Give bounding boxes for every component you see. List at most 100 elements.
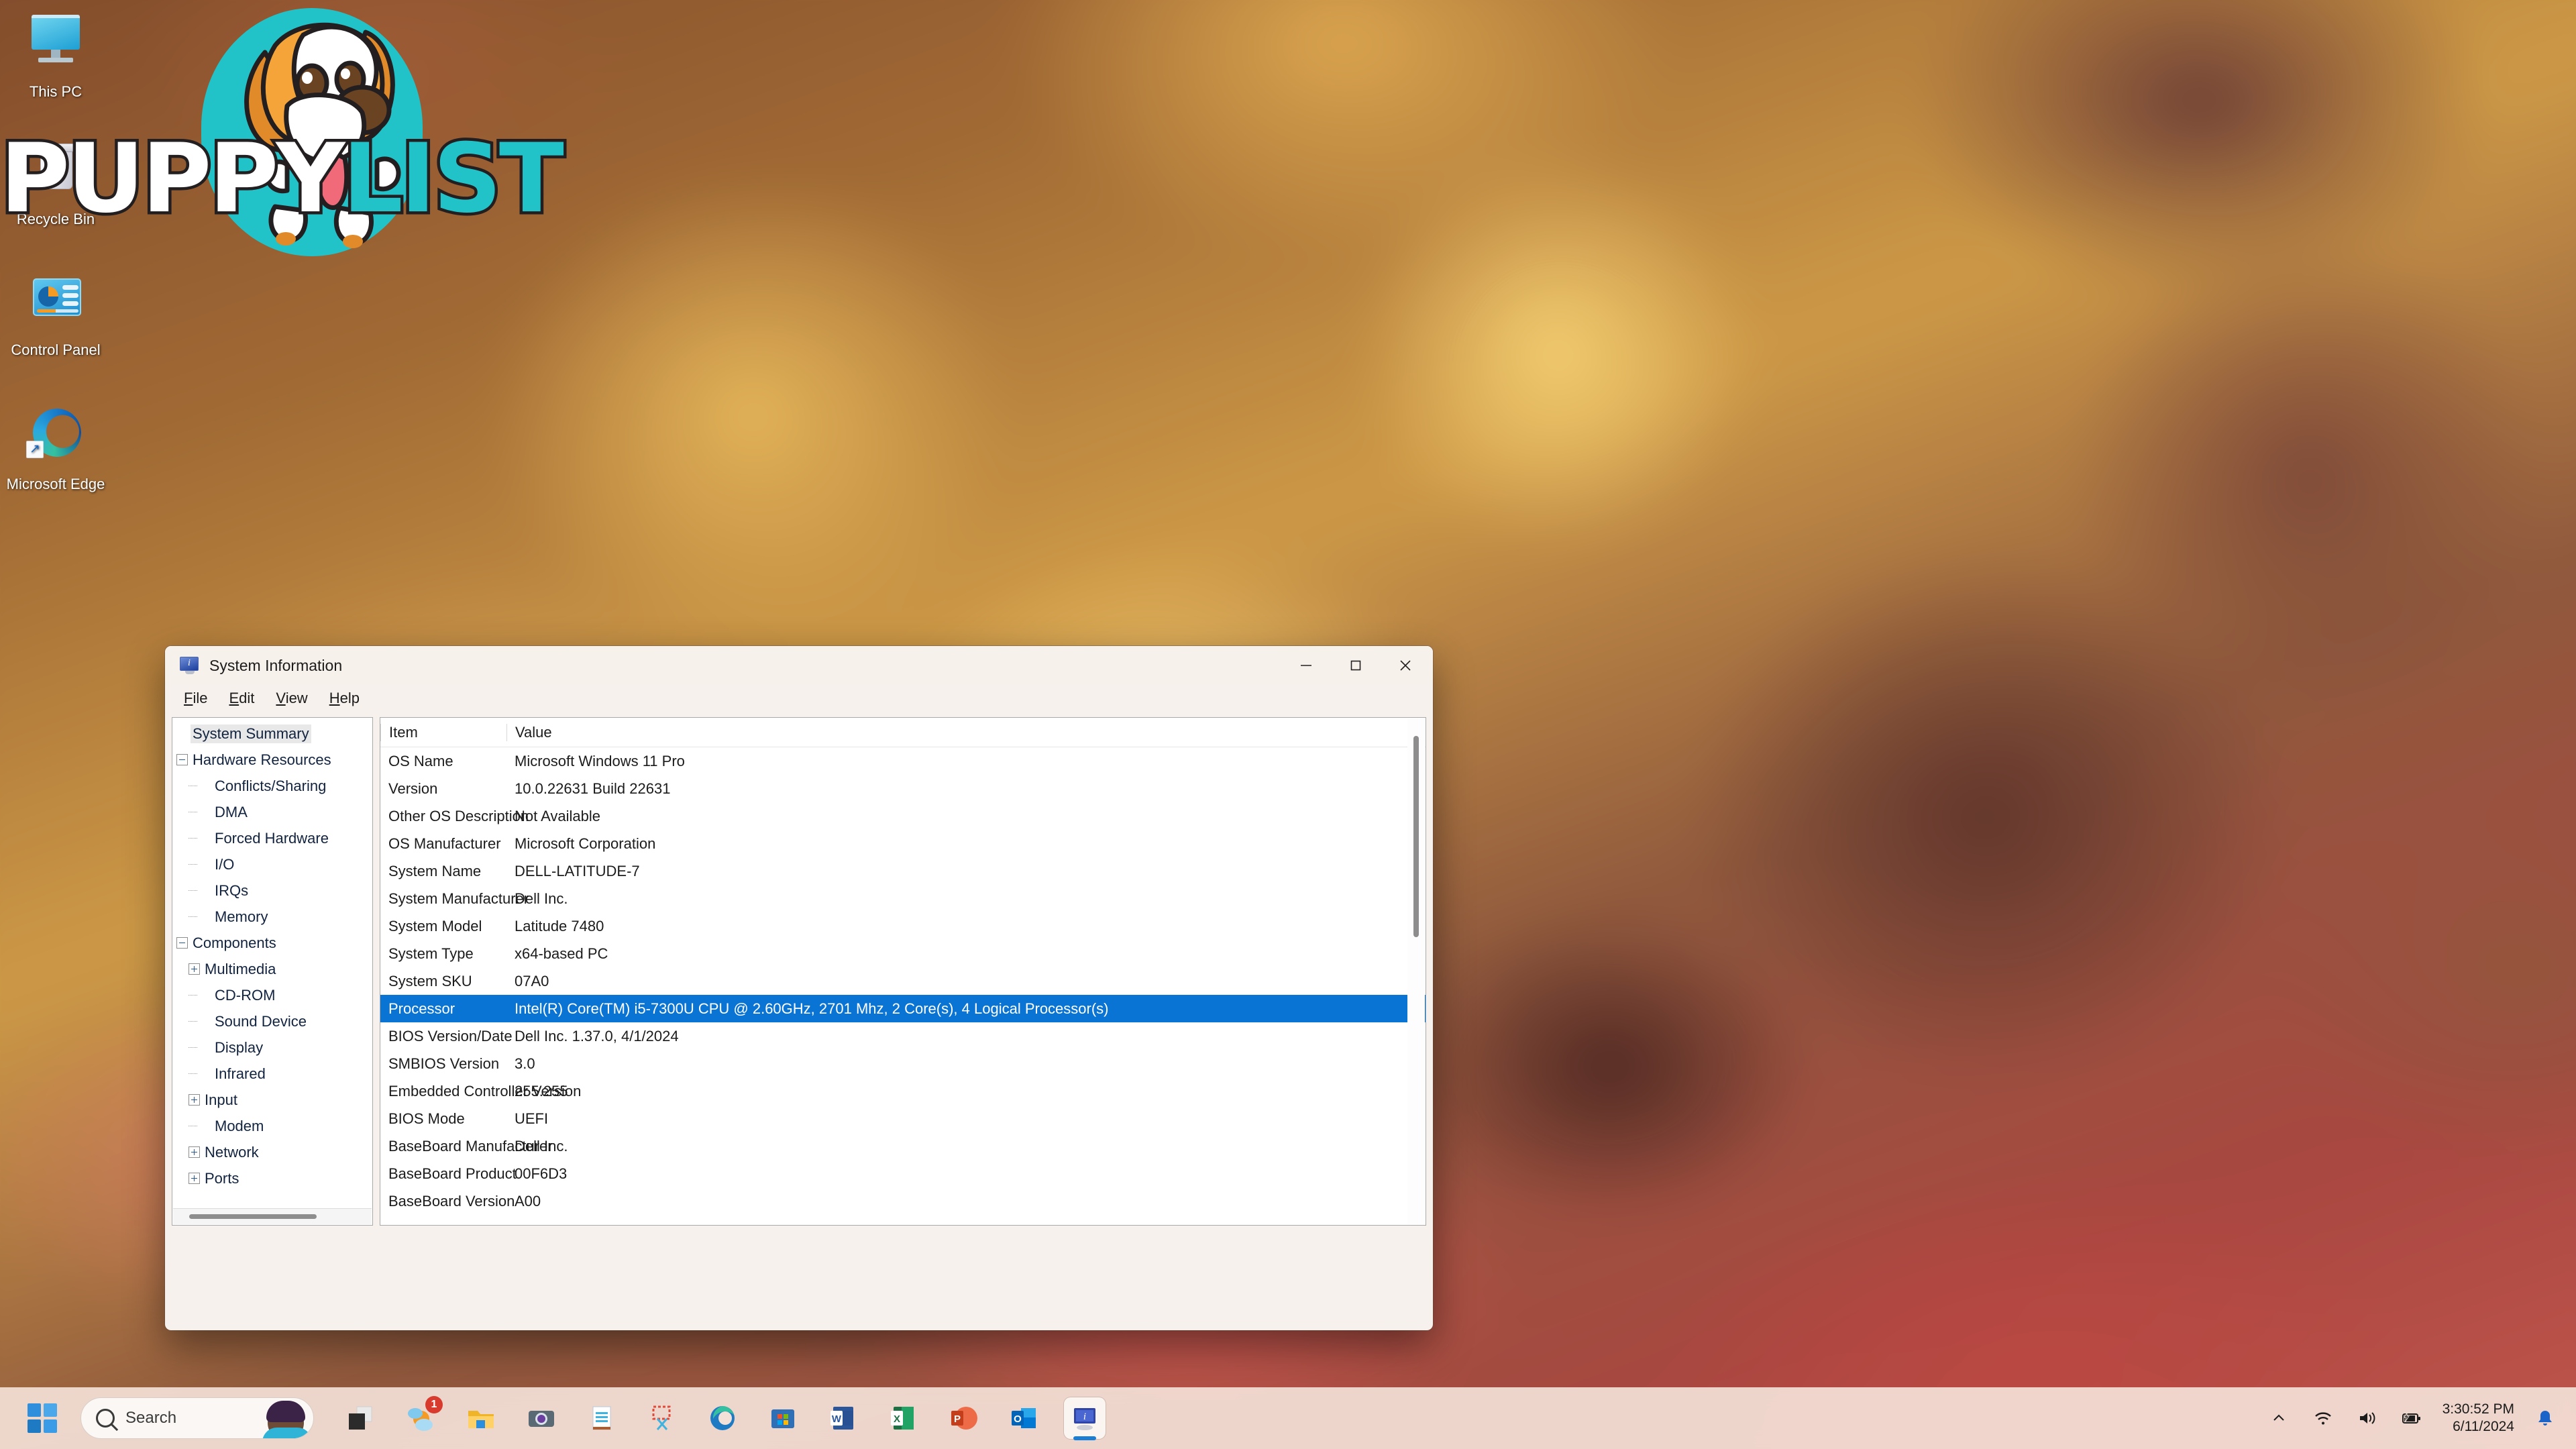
wifi-icon	[2314, 1412, 2331, 1425]
search-input[interactable]: Search	[80, 1397, 314, 1439]
tree-item-display[interactable]: Display	[172, 1034, 372, 1061]
system-information-window[interactable]: System Information	[165, 646, 1433, 1330]
taskbar-app-powerpoint[interactable]: P	[943, 1397, 985, 1439]
taskbar[interactable]: Search 1 W X P O i 3:30:52 PM 6/11/2024	[0, 1387, 2576, 1449]
powerpoint-icon: P	[951, 1407, 977, 1430]
desktop-icon-recycle-bin[interactable]: Recycle Bin	[5, 134, 106, 227]
table-cell-item: Processor	[388, 1000, 455, 1017]
table-row[interactable]: Embedded Controller Version 255.255	[380, 1077, 1426, 1105]
maximize-icon	[1350, 660, 1361, 671]
table-row[interactable]: BIOS Version/Date Dell Inc. 1.37.0, 4/1/2…	[380, 1022, 1426, 1050]
tree-item-network[interactable]: Network	[172, 1139, 372, 1165]
tree-collapse-icon[interactable]	[176, 754, 188, 765]
taskbar-app-notepad[interactable]	[581, 1397, 623, 1439]
tree-item-components[interactable]: Components	[172, 930, 372, 956]
taskbar-app-outlook[interactable]: O	[1004, 1397, 1045, 1439]
battery-button[interactable]	[2398, 1405, 2425, 1432]
tree-item-modem[interactable]: Modem	[172, 1113, 372, 1139]
table-row[interactable]: BaseBoard Product 00F6D3	[380, 1160, 1426, 1187]
clock[interactable]: 3:30:52 PM 6/11/2024	[2443, 1401, 2514, 1436]
tree-collapse-icon[interactable]	[176, 937, 188, 949]
table-row[interactable]: System Model Latitude 7480	[380, 912, 1426, 940]
column-header-value[interactable]: Value	[506, 723, 1426, 741]
desktop-icon-control-panel[interactable]: Control Panel	[5, 265, 106, 358]
table-row[interactable]: OS Manufacturer Microsoft Corporation	[380, 830, 1426, 857]
system-tray[interactable]: 3:30:52 PM 6/11/2024	[2265, 1401, 2559, 1436]
taskbar-app-word[interactable]: W	[822, 1397, 864, 1439]
taskbar-app-microsoft-store[interactable]	[762, 1397, 804, 1439]
details-table[interactable]: Item Value OS Name Microsoft Windows 11 P…	[380, 717, 1426, 1226]
table-vertical-scrollbar[interactable]	[1407, 718, 1425, 1224]
table-row[interactable]: OS Name Microsoft Windows 11 Pro	[380, 747, 1426, 775]
tree-item-irqs[interactable]: IRQs	[172, 877, 372, 904]
menu-bar[interactable]: File Edit View Help	[165, 685, 1433, 712]
taskbar-app-file-explorer[interactable]	[460, 1397, 502, 1439]
system-information-icon: i	[1074, 1408, 1095, 1430]
window-titlebar[interactable]: System Information	[165, 646, 1433, 685]
tree-item-memory[interactable]: Memory	[172, 904, 372, 930]
tree-scroll-thumb[interactable]	[189, 1214, 317, 1219]
tree-item-hardware-resources[interactable]: Hardware Resources	[172, 747, 372, 773]
tree-item-conflicts-sharing[interactable]: Conflicts/Sharing	[172, 773, 372, 799]
table-row[interactable]: BIOS Mode UEFI	[380, 1105, 1426, 1132]
taskbar-app-task-view[interactable]	[339, 1397, 381, 1439]
tree-item-infrared[interactable]: Infrared	[172, 1061, 372, 1087]
menu-item-help[interactable]: Help	[319, 688, 370, 709]
taskbar-apps[interactable]: 1 W X P O i	[339, 1396, 1106, 1440]
menu-item-edit[interactable]: Edit	[218, 688, 265, 709]
tree-item-label: Network	[205, 1143, 259, 1161]
table-row[interactable]: SMBIOS Version 3.0	[380, 1050, 1426, 1077]
table-row[interactable]: System Manufacturer Dell Inc.	[380, 885, 1426, 912]
tree-horizontal-scrollbar[interactable]	[173, 1208, 372, 1224]
taskbar-app-excel[interactable]: X	[883, 1397, 924, 1439]
table-scroll-thumb[interactable]	[1413, 736, 1419, 937]
table-row[interactable]: System Type x64-based PC	[380, 940, 1426, 967]
tree-item-dma[interactable]: DMA	[172, 799, 372, 825]
table-body[interactable]: OS Name Microsoft Windows 11 Pro Version 10…	[380, 747, 1426, 1215]
tree-item-input[interactable]: Input	[172, 1087, 372, 1113]
table-row[interactable]: Version 10.0.22631 Build 22631	[380, 775, 1426, 802]
tree-expand-icon[interactable]	[189, 963, 200, 975]
wifi-button[interactable]	[2310, 1405, 2337, 1432]
tree-expand-icon[interactable]	[189, 1146, 200, 1158]
tree-item-i-o[interactable]: I/O	[172, 851, 372, 877]
tree-item-cd-rom[interactable]: CD-ROM	[172, 982, 372, 1008]
close-button[interactable]	[1381, 646, 1430, 685]
tree-item-label: Infrared	[215, 1065, 266, 1082]
column-header-item[interactable]: Item	[380, 723, 506, 741]
minimize-button[interactable]	[1281, 646, 1331, 685]
taskbar-app-microsoft-edge[interactable]	[702, 1397, 743, 1439]
desktop-icon-this-pc[interactable]: This PC	[5, 7, 106, 100]
maximize-button[interactable]	[1331, 646, 1381, 685]
tree-expand-icon[interactable]	[189, 1094, 200, 1106]
taskbar-app-camera[interactable]	[521, 1397, 562, 1439]
word-icon: W	[830, 1407, 853, 1430]
table-row[interactable]: BaseBoard Version A00	[380, 1187, 1426, 1215]
menu-item-file[interactable]: File	[173, 688, 218, 709]
taskbar-app-widgets[interactable]: 1	[400, 1396, 443, 1439]
notifications-button[interactable]	[2532, 1405, 2559, 1432]
table-cell-value: 00F6D3	[515, 1165, 568, 1182]
table-row[interactable]: Other OS Description Not Available	[380, 802, 1426, 830]
taskbar-app-snipping-tool[interactable]	[641, 1397, 683, 1439]
tree-item-system-summary[interactable]: System Summary	[172, 720, 372, 747]
tree-items[interactable]: System Summary Hardware Resources Conflict…	[172, 720, 372, 1208]
tree-item-sound-device[interactable]: Sound Device	[172, 1008, 372, 1034]
tree-item-forced-hardware[interactable]: Forced Hardware	[172, 825, 372, 851]
table-row[interactable]: BaseBoard Manufacturer Dell Inc.	[380, 1132, 1426, 1160]
tree-item-ports[interactable]: Ports	[172, 1165, 372, 1191]
menu-item-view[interactable]: View	[265, 688, 318, 709]
table-row[interactable]: Processor Intel(R) Core(TM) i5-7300U CPU …	[380, 995, 1426, 1022]
tree-item-label: Modem	[215, 1117, 264, 1134]
desktop[interactable]: This PC Recycle Bin Control Panel ↗ Micr…	[0, 0, 2576, 1449]
table-row[interactable]: System SKU 07A0	[380, 967, 1426, 995]
desktop-icon-microsoft-edge[interactable]: ↗ Microsoft Edge	[5, 399, 106, 492]
start-button[interactable]	[21, 1397, 63, 1439]
category-tree[interactable]: System Summary Hardware Resources Conflict…	[172, 717, 373, 1226]
volume-button[interactable]	[2354, 1405, 2381, 1432]
tree-expand-icon[interactable]	[189, 1173, 200, 1184]
show-hidden-icons-button[interactable]	[2265, 1405, 2292, 1432]
taskbar-app-system-information[interactable]: i	[1064, 1397, 1106, 1440]
tree-item-multimedia[interactable]: Multimedia	[172, 956, 372, 982]
table-row[interactable]: System Name DELL-LATITUDE-7	[380, 857, 1426, 885]
